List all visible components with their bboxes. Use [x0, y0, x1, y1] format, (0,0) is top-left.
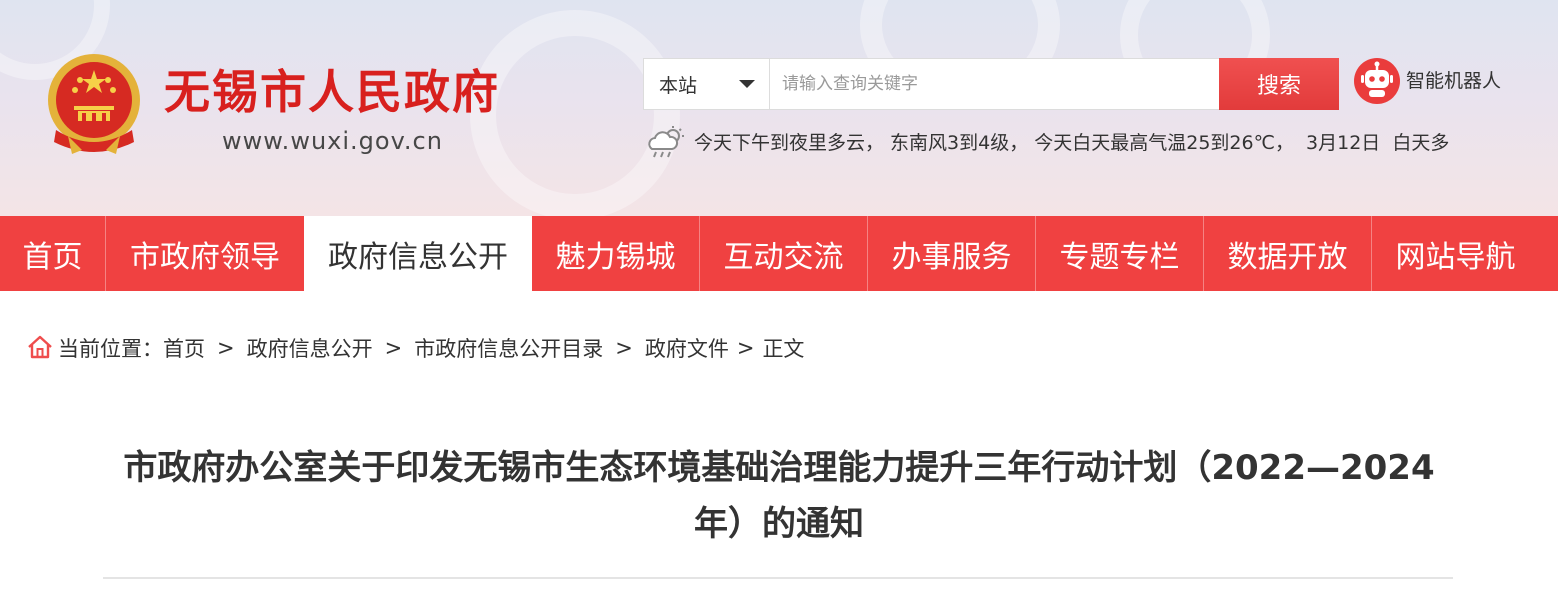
site-url: www.wuxi.gov.cn: [222, 127, 443, 155]
article-title: 市政府办公室关于印发无锡市生态环境基础治理能力提升三年行动计划（2022—202…: [123, 448, 1435, 544]
search-scope-label: 本站: [659, 74, 698, 97]
breadcrumb-prefix: 当前位置：: [58, 337, 163, 361]
cloud-weather-icon: [648, 126, 684, 158]
nav-item-gov-info-disclosure[interactable]: 政府信息公开: [304, 216, 532, 291]
decorative-swirl: [470, 10, 680, 216]
nav-item-interaction[interactable]: 互动交流: [700, 216, 867, 291]
national-emblem-icon[interactable]: [42, 50, 146, 158]
title-divider: [103, 577, 1453, 579]
nav-item-special-topics[interactable]: 专题专栏: [1036, 216, 1203, 291]
home-icon: [28, 335, 52, 359]
nav-item-city-leaders[interactable]: 市政府领导: [106, 216, 304, 291]
breadcrumb: 当前位置： 首页 > 政府信息公开 > 市政府信息公开目录 > 政府文件 > 正…: [58, 334, 804, 362]
chevron-down-icon: [739, 80, 755, 88]
robot-link[interactable]: 智能机器人: [1406, 66, 1501, 93]
nav-item-open-data[interactable]: 数据开放: [1204, 216, 1371, 291]
breadcrumb-link-home[interactable]: 首页: [163, 333, 205, 363]
search-button[interactable]: 搜索: [1219, 58, 1339, 110]
nav-item-site-map[interactable]: 网站导航: [1372, 216, 1539, 291]
nav-item-home[interactable]: 首页: [0, 216, 105, 291]
breadcrumb-link-gov-info-disclosure[interactable]: 政府信息公开: [247, 333, 373, 363]
nav-item-charm-city[interactable]: 魅力锡城: [532, 216, 699, 291]
search-input[interactable]: [770, 59, 1219, 109]
search-scope-select[interactable]: 本站: [644, 59, 770, 109]
breadcrumb-separator: >: [615, 336, 633, 360]
site-title[interactable]: 无锡市人民政府: [164, 64, 500, 120]
weather-text: 今天下午到夜里多云， 东南风3到4级， 今天白天最高气温25到26℃， 3月12…: [694, 132, 1450, 154]
main-nav: 首页 市政府领导 政府信息公开 魅力锡城 互动交流 办事服务 专题专栏 数据开放…: [0, 216, 1558, 291]
breadcrumb-separator: >: [217, 336, 235, 360]
search-bar: 本站 搜索: [643, 58, 1339, 110]
weather-ticker: 今天下午到夜里多云， 东南风3到4级， 今天白天最高气温25到26℃， 3月12…: [694, 128, 1514, 160]
robot-icon[interactable]: [1354, 58, 1400, 104]
breadcrumb-link-gov-documents[interactable]: 政府文件: [645, 333, 729, 363]
nav-item-services[interactable]: 办事服务: [868, 216, 1035, 291]
site-header: 无锡市人民政府 www.wuxi.gov.cn 本站 搜索 智能机器人 今天下午…: [0, 0, 1558, 216]
breadcrumb-separator: >: [736, 336, 755, 360]
breadcrumb-current: 正文: [762, 337, 805, 361]
breadcrumb-link-info-catalog[interactable]: 市政府信息公开目录: [414, 333, 603, 363]
breadcrumb-separator: >: [384, 336, 403, 360]
